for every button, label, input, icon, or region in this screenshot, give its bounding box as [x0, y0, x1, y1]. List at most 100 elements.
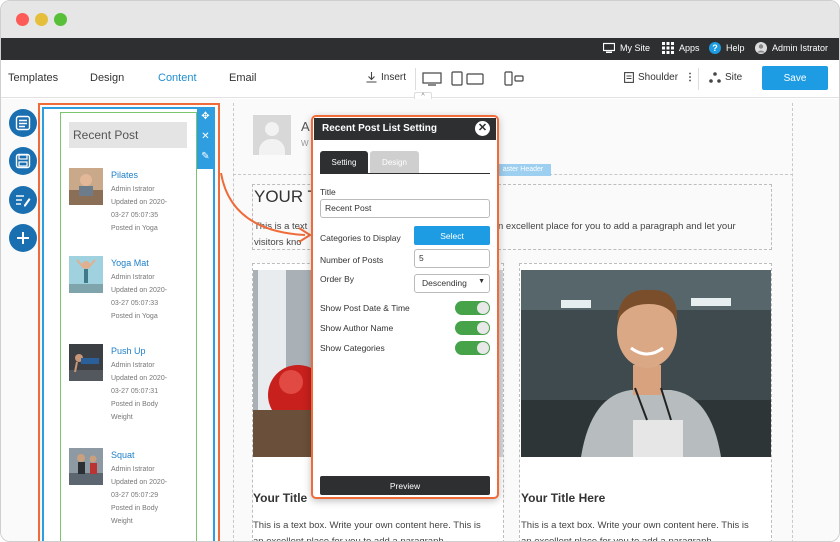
svg-text:?: ?	[712, 43, 718, 53]
card-title: Your Title	[253, 491, 308, 505]
desktop-view-icon[interactable]	[422, 72, 442, 86]
show-date-toggle[interactable]	[455, 301, 490, 315]
edit-list-button[interactable]	[9, 186, 37, 214]
header-name-text: A	[301, 119, 310, 134]
list-icon	[15, 115, 31, 131]
my-site-link[interactable]: My Site	[603, 42, 650, 54]
post-meta: Squat Admin Istrator Updated on 2020- 03…	[111, 448, 191, 528]
post-author: Admin Istrator	[111, 186, 155, 193]
title-input[interactable]: Recent Post	[320, 199, 490, 218]
show-date-label: Show Post Date & Time	[320, 303, 410, 313]
close-icon[interactable]: ✕	[197, 127, 214, 147]
minimize-window-button[interactable]	[35, 13, 48, 26]
save-button[interactable]: Save	[762, 66, 828, 90]
order-by-label: Order By	[320, 274, 355, 284]
nav-email[interactable]: Email	[229, 72, 257, 84]
post-thumbnail	[69, 344, 103, 381]
card-text-line2: an excellent place for you to add a para…	[521, 536, 712, 542]
intro-paragraph-end: n excellent place for you to add a parag…	[498, 221, 736, 232]
user-avatar-icon	[755, 42, 767, 54]
post-title-link[interactable]: Push Up	[111, 344, 191, 358]
maximize-window-button[interactable]	[54, 13, 67, 26]
nav-content[interactable]: Content	[158, 72, 197, 84]
post-title-link[interactable]: Yoga Mat	[111, 256, 191, 270]
num-posts-label: Number of Posts	[320, 255, 384, 265]
post-thumbnail	[69, 256, 103, 293]
page-icon	[624, 72, 634, 83]
post-category: Posted in Body	[111, 401, 159, 408]
show-author-label: Show Author Name	[320, 323, 394, 333]
site-menu[interactable]: Site	[709, 72, 742, 83]
order-by-select[interactable]: Descending ▼	[414, 274, 490, 293]
post-title-link[interactable]: Squat	[111, 448, 191, 462]
my-site-label: My Site	[620, 43, 651, 53]
tab-setting[interactable]: Setting	[320, 151, 368, 173]
recent-post-title: Recent Post	[69, 122, 187, 148]
page-name-label: Shoulder	[638, 72, 679, 83]
more-vertical-icon[interactable]: ⋮	[685, 72, 695, 83]
header-avatar-image	[253, 115, 291, 155]
post-category: Posted in Yoga	[111, 313, 158, 320]
post-meta: Push Up Admin Istrator Updated on 2020- …	[111, 344, 191, 424]
close-window-button[interactable]	[16, 13, 29, 26]
add-element-button[interactable]	[9, 224, 37, 252]
show-author-toggle[interactable]	[455, 321, 490, 335]
callout-arrow-icon	[220, 172, 312, 243]
show-categories-label: Show Categories	[320, 343, 385, 353]
preview-button[interactable]: Preview	[320, 476, 490, 495]
post-author: Admin Istrator	[111, 466, 155, 473]
edit-list-icon	[16, 195, 31, 207]
post-date-time: 03-27 05:07:33	[111, 300, 159, 307]
apps-label: Apps	[679, 43, 700, 53]
help-link[interactable]: ? Help	[709, 42, 745, 54]
plus-icon	[17, 232, 29, 244]
categories-label: Categories to Display	[320, 233, 401, 243]
page-selector[interactable]: Shoulder ⋮	[624, 72, 695, 83]
num-posts-input[interactable]: 5	[414, 249, 490, 268]
grid-icon	[662, 42, 674, 54]
post-category-cont: Weight	[111, 414, 133, 421]
tablet-view-icon[interactable]	[451, 71, 485, 86]
apps-link[interactable]: Apps	[662, 42, 700, 54]
post-date: Updated on 2020-	[111, 199, 168, 206]
select-categories-button[interactable]: Select	[414, 226, 490, 245]
post-date-time: 03-27 05:07:35	[111, 212, 159, 219]
header-sub-text: W	[301, 139, 309, 148]
post-thumbnail	[69, 168, 103, 205]
post-title-link[interactable]: Pilates	[111, 168, 191, 182]
master-header-tag: aster Header	[495, 164, 551, 176]
card-text: This is a text box. Write your own conte…	[521, 518, 771, 542]
post-date: Updated on 2020-	[111, 375, 168, 382]
move-icon[interactable]: ✥	[197, 107, 214, 127]
toolbar-divider	[415, 68, 416, 90]
post-date-time: 03-27 05:07:31	[111, 388, 159, 395]
edit-icon[interactable]: ✎	[197, 147, 214, 167]
user-menu[interactable]: Admin Istrator	[755, 42, 828, 54]
close-dialog-button[interactable]: ✕	[475, 121, 490, 136]
insert-label: Insert	[381, 72, 407, 83]
insert-button[interactable]: Insert	[366, 72, 406, 83]
sitemap-icon	[709, 72, 721, 83]
order-by-value: Descending	[422, 278, 467, 288]
mobile-view-icon[interactable]	[504, 71, 524, 86]
nav-templates[interactable]: Templates	[8, 72, 58, 84]
post-meta: Pilates Admin Istrator Updated on 2020- …	[111, 168, 191, 235]
title-field-label: Title	[320, 187, 336, 197]
post-thumbnail	[69, 448, 103, 485]
download-icon	[366, 72, 377, 83]
app-window: My Site Apps ? Help Admin Istrator Templ…	[0, 0, 840, 542]
floppy-icon	[15, 153, 31, 169]
save-draft-button[interactable]	[9, 147, 37, 175]
chevron-down-icon: ▼	[478, 278, 485, 285]
tab-design[interactable]: Design	[370, 151, 419, 173]
card-title: Your Title Here	[521, 491, 606, 505]
card-image-trainer	[521, 270, 771, 457]
post-date-time: 03-27 05:07:29	[111, 492, 159, 499]
content-list-button[interactable]	[9, 109, 37, 137]
post-category-cont: Weight	[111, 518, 133, 525]
show-categories-toggle[interactable]	[455, 341, 490, 355]
nav-design[interactable]: Design	[90, 72, 124, 84]
widget-controls: ✥ ✕ ✎	[197, 107, 214, 169]
tab-underline	[320, 173, 490, 174]
post-date: Updated on 2020-	[111, 479, 168, 486]
